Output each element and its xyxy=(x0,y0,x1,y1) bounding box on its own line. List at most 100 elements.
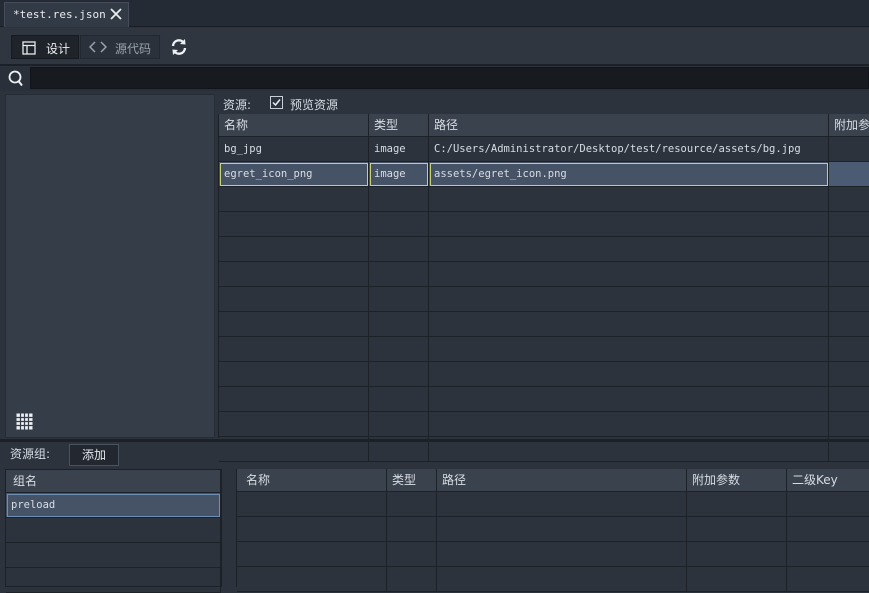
empty-cell xyxy=(787,567,869,592)
table-cell-name[interactable]: bg_jpg xyxy=(219,137,369,162)
empty-cell xyxy=(829,312,869,337)
empty-cell xyxy=(387,492,437,517)
add-group-button[interactable]: 添加 xyxy=(69,444,119,466)
group-items-table: 名称 类型 路径 附加参数 二级Key xyxy=(236,469,869,592)
empty-cell xyxy=(687,492,787,517)
table-cell-path[interactable]: assets/egret_icon.png xyxy=(429,162,829,187)
empty-cell xyxy=(237,567,387,592)
empty-cell xyxy=(219,412,369,437)
empty-cell xyxy=(219,237,369,262)
column-header-type[interactable]: 类型 xyxy=(387,469,437,492)
layout-icon xyxy=(22,41,36,55)
close-icon[interactable] xyxy=(109,7,123,21)
empty-cell xyxy=(829,262,869,287)
source-view-button[interactable]: 源代码 xyxy=(80,35,160,59)
table-cell-name[interactable]: egret_icon_png xyxy=(219,162,369,187)
empty-cell xyxy=(437,492,687,517)
panel-divider[interactable] xyxy=(0,439,869,442)
empty-cell xyxy=(237,517,387,542)
empty-cell xyxy=(829,212,869,237)
empty-cell xyxy=(829,287,869,312)
table-cell-extra[interactable] xyxy=(829,162,869,187)
empty-cell xyxy=(219,212,369,237)
empty-cell xyxy=(237,542,387,567)
empty-cell xyxy=(219,387,369,412)
column-header-group-name[interactable]: 组名 xyxy=(6,470,221,493)
empty-cell xyxy=(369,312,429,337)
empty-cell xyxy=(829,362,869,387)
empty-cell xyxy=(429,362,829,387)
empty-cell xyxy=(429,262,829,287)
toolbar: 设计 源代码 xyxy=(0,28,869,66)
empty-cell xyxy=(429,187,829,212)
empty-cell xyxy=(369,287,429,312)
empty-cell xyxy=(6,518,221,543)
table-cell-extra[interactable] xyxy=(829,137,869,162)
resources-label: 资源: xyxy=(223,98,252,112)
table-cell-path[interactable]: C:/Users/Administrator/Desktop/test/reso… xyxy=(429,137,829,162)
empty-cell xyxy=(219,362,369,387)
empty-cell xyxy=(429,412,829,437)
code-icon xyxy=(88,40,108,54)
empty-cell xyxy=(219,287,369,312)
empty-cell xyxy=(387,567,437,592)
empty-cell xyxy=(387,517,437,542)
empty-cell xyxy=(6,568,221,593)
empty-cell xyxy=(687,567,787,592)
design-view-button[interactable]: 设计 xyxy=(11,35,79,59)
column-header-name[interactable]: 名称 xyxy=(237,469,387,492)
empty-cell xyxy=(429,337,829,362)
empty-cell xyxy=(429,212,829,237)
source-view-label: 源代码 xyxy=(115,42,152,56)
empty-cell xyxy=(787,517,869,542)
empty-cell xyxy=(829,237,869,262)
empty-cell xyxy=(369,337,429,362)
empty-cell xyxy=(369,212,429,237)
empty-cell xyxy=(429,387,829,412)
column-header-type[interactable]: 类型 xyxy=(369,114,429,137)
design-view-label: 设计 xyxy=(46,42,71,56)
table-cell-type[interactable]: image xyxy=(369,162,429,187)
preview-checkbox-label: 预览资源 xyxy=(290,98,339,112)
tab-bar: *test.res.json xyxy=(0,0,869,27)
empty-cell xyxy=(369,387,429,412)
empty-cell xyxy=(387,542,437,567)
list-item[interactable]: preload xyxy=(6,493,221,518)
resource-groups-table: 组名 preload xyxy=(5,469,222,593)
empty-cell xyxy=(787,542,869,567)
file-tab-title: *test.res.json xyxy=(13,8,106,21)
column-header-path[interactable]: 路径 xyxy=(437,469,687,492)
resources-header: 资源: 预览资源 xyxy=(218,94,869,114)
column-header-path[interactable]: 路径 xyxy=(429,114,829,137)
empty-cell xyxy=(219,312,369,337)
grid-view-icon[interactable] xyxy=(16,413,33,430)
empty-cell xyxy=(369,362,429,387)
empty-cell xyxy=(429,287,829,312)
empty-cell xyxy=(829,187,869,212)
empty-cell xyxy=(369,187,429,212)
column-header-second-key[interactable]: 二级Key xyxy=(787,469,869,492)
empty-cell xyxy=(219,337,369,362)
empty-cell xyxy=(829,387,869,412)
empty-cell xyxy=(219,187,369,212)
empty-cell xyxy=(429,237,829,262)
refresh-icon[interactable] xyxy=(170,38,188,56)
empty-cell xyxy=(687,517,787,542)
preview-checkbox[interactable] xyxy=(270,96,283,109)
resource-groups-label: 资源组: xyxy=(10,447,51,461)
column-header-name[interactable]: 名称 xyxy=(219,114,369,137)
column-header-extra[interactable]: 附加参数 xyxy=(687,469,787,492)
empty-cell xyxy=(687,542,787,567)
search-input[interactable] xyxy=(30,67,869,89)
file-tab[interactable]: *test.res.json xyxy=(4,2,129,27)
empty-cell xyxy=(829,412,869,437)
empty-cell xyxy=(369,262,429,287)
empty-cell xyxy=(437,517,687,542)
resource-tree-panel[interactable] xyxy=(5,94,215,438)
empty-cell xyxy=(369,412,429,437)
empty-cell xyxy=(237,492,387,517)
empty-cell xyxy=(369,237,429,262)
column-header-extra[interactable]: 附加参数 xyxy=(829,114,869,137)
table-cell-type[interactable]: image xyxy=(369,137,429,162)
empty-cell xyxy=(437,567,687,592)
